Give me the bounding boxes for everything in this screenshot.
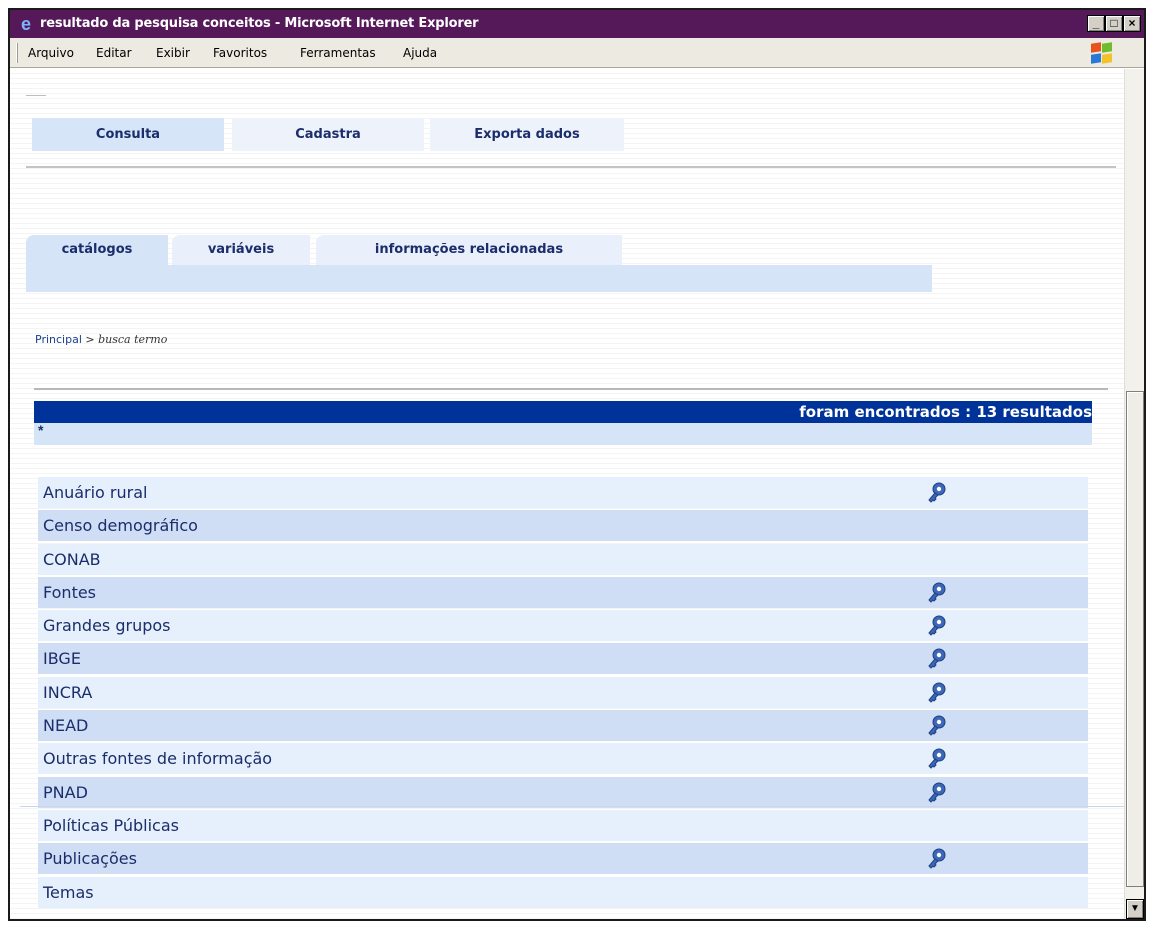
menu-arquivo[interactable]: Arquivo <box>28 46 74 60</box>
minimize-button[interactable]: _ <box>1087 15 1105 32</box>
menu-favoritos[interactable]: Favoritos <box>213 46 267 60</box>
result-row[interactable]: IBGE <box>38 643 1088 675</box>
key-icon[interactable] <box>926 681 948 703</box>
result-row[interactable]: INCRA <box>38 676 1088 708</box>
results-list: Anuário rural Censo demográfico CONAB Fonte… <box>38 477 1088 910</box>
window-title: resultado da pesquisa conceitos - Micros… <box>40 16 479 31</box>
toolbar-grip[interactable] <box>16 43 18 63</box>
key-icon[interactable] <box>926 847 948 869</box>
menu-editar[interactable]: Editar <box>96 46 132 60</box>
result-row[interactable]: Grandes grupos <box>38 610 1088 642</box>
result-label[interactable]: Publicações <box>43 843 137 874</box>
results-divider <box>34 388 1108 390</box>
result-row[interactable]: Políticas Públicas <box>38 809 1088 841</box>
tab-catalogos[interactable]: catálogos <box>26 235 168 265</box>
tab-exporta-dados[interactable]: Exporta dados <box>430 118 624 151</box>
browser-window: e resultado da pesquisa conceitos - Micr… <box>8 8 1146 921</box>
vertical-scrollbar[interactable]: ▼ <box>1124 69 1144 919</box>
maximize-button[interactable]: □ <box>1105 15 1123 32</box>
key-icon[interactable] <box>926 481 948 503</box>
results-count-header: foram encontrados : 13 resultados <box>34 401 1092 423</box>
title-bar: e resultado da pesquisa conceitos - Micr… <box>10 10 1144 38</box>
result-row[interactable]: CONAB <box>38 543 1088 575</box>
tab-informacoes-relacionadas[interactable]: informações relacionadas <box>316 235 622 265</box>
result-row[interactable]: Anuário rural <box>38 477 1088 508</box>
results-query: * <box>34 423 1092 445</box>
windows-logo-icon <box>1090 42 1114 64</box>
scroll-down-arrow-icon[interactable]: ▼ <box>1126 899 1144 919</box>
result-row[interactable]: PNAD <box>38 776 1088 808</box>
breadcrumb-separator: > <box>85 333 95 346</box>
key-icon[interactable] <box>926 781 948 803</box>
frame-divider <box>20 806 1124 807</box>
result-row[interactable]: Publicações <box>38 843 1088 875</box>
menu-exibir[interactable]: Exibir <box>156 46 190 60</box>
tab-cadastra[interactable]: Cadastra <box>232 118 424 151</box>
result-label[interactable]: Censo demográfico <box>43 510 198 541</box>
key-icon[interactable] <box>926 581 948 603</box>
page-content: Consulta Cadastra Exporta dados catálogo… <box>10 69 1124 919</box>
result-row[interactable]: NEAD <box>38 710 1088 742</box>
result-row[interactable]: Censo demográfico <box>38 510 1088 542</box>
breadcrumb: Principal > busca termo <box>35 333 167 346</box>
result-label[interactable]: Políticas Públicas <box>43 810 179 841</box>
menu-ferramentas[interactable]: Ferramentas <box>300 46 376 60</box>
scrollbar-thumb[interactable] <box>1126 391 1144 887</box>
tab-consulta[interactable]: Consulta <box>32 118 224 151</box>
key-icon[interactable] <box>926 714 948 736</box>
menu-ajuda[interactable]: Ajuda <box>403 46 437 60</box>
top-divider <box>26 95 46 96</box>
result-label[interactable]: Fontes <box>43 577 96 608</box>
result-label[interactable]: IBGE <box>43 643 81 674</box>
menu-bar: Arquivo Editar Exibir Favoritos Ferramen… <box>10 38 1144 68</box>
ie-icon: e <box>20 14 31 34</box>
result-label[interactable]: Grandes grupos <box>43 610 171 641</box>
result-label[interactable]: CONAB <box>43 544 101 575</box>
key-icon[interactable] <box>926 647 948 670</box>
result-label[interactable]: NEAD <box>43 710 88 741</box>
key-icon[interactable] <box>926 614 948 636</box>
result-row[interactable]: Temas <box>38 876 1088 908</box>
result-label[interactable]: Outras fontes de informação <box>43 743 272 774</box>
result-label[interactable]: INCRA <box>43 677 92 708</box>
result-row[interactable]: Fontes <box>38 576 1088 608</box>
sub-tab-strip <box>26 265 932 292</box>
close-button[interactable]: × <box>1123 15 1141 32</box>
result-label[interactable]: PNAD <box>43 777 88 808</box>
result-row[interactable]: Outras fontes de informação <box>38 743 1088 775</box>
tab-variaveis[interactable]: variáveis <box>172 235 310 265</box>
result-label[interactable]: Anuário rural <box>43 477 147 508</box>
nav-divider <box>26 166 1116 168</box>
result-label[interactable]: Temas <box>43 877 94 908</box>
key-icon[interactable] <box>926 747 948 770</box>
breadcrumb-current: busca termo <box>98 333 168 346</box>
breadcrumb-home[interactable]: Principal <box>35 333 82 346</box>
